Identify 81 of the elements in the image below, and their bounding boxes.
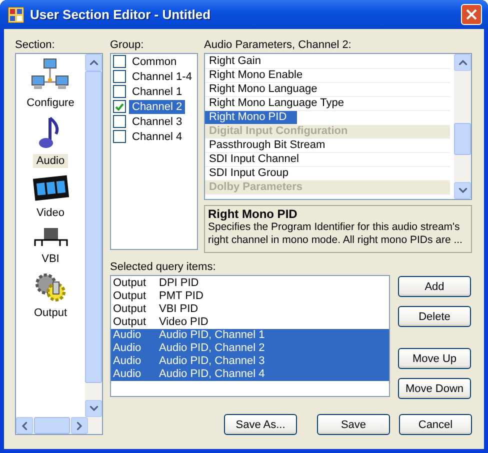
parameter-category: Digital Input Configuration [205, 125, 450, 139]
section-item[interactable]: VBI [34, 226, 68, 266]
group-item[interactable]: Channel 1-4 [129, 70, 195, 84]
type-cell-text: Audio [113, 342, 142, 355]
scroll-thumb[interactable] [34, 417, 70, 434]
vertical-scrollbar[interactable] [454, 54, 471, 199]
close-icon [466, 9, 477, 20]
action-button[interactable]: Add [398, 276, 471, 297]
scroll-thumb[interactable] [454, 123, 471, 155]
scroll-button[interactable] [454, 54, 471, 71]
horizontal-scrollbar[interactable] [16, 417, 102, 434]
name-cell-text: Audio PID, Channel 3 [159, 355, 266, 368]
scroll-button[interactable] [71, 417, 88, 434]
gears-icon [34, 272, 68, 302]
type-cell-text: Output [113, 316, 148, 329]
dialog-button[interactable]: Save [317, 414, 390, 435]
section-label: Section: [15, 38, 56, 52]
checkbox[interactable] [113, 100, 126, 113]
query-row[interactable]: Output DPI PID [111, 277, 389, 290]
scroll-button[interactable] [454, 182, 471, 199]
type-cell-text: Audio [113, 355, 142, 368]
scroll-button[interactable] [16, 417, 33, 434]
query-row[interactable]: Audio Audio PID, Channel 3 [111, 355, 389, 368]
dialog-button[interactable]: Cancel [399, 414, 472, 435]
parameter-item[interactable]: Right Mono Language Type [205, 97, 450, 111]
parameter-item[interactable]: Right Mono PID [205, 111, 297, 125]
name-cell-text: Video PID [159, 316, 210, 329]
section-item[interactable]: Configure [24, 58, 78, 110]
parameter-item[interactable]: Passthrough Bit Stream [205, 139, 450, 153]
parameter-item[interactable]: SDI Input Channel [205, 153, 450, 167]
film-strip-icon [32, 174, 68, 202]
query-row[interactable]: Output PMT PID [111, 290, 389, 303]
group-item[interactable]: Channel 1 [129, 84, 186, 98]
type-cell-text: Audio [113, 368, 142, 381]
group-item[interactable]: Channel 4 [129, 130, 186, 144]
dialog-button[interactable]: Save As... [224, 414, 297, 435]
type-cell-text: Output [113, 290, 148, 303]
section-item[interactable]: Output [30, 272, 70, 320]
name-cell-text: Audio PID, Channel 1 [159, 329, 266, 342]
checkbox[interactable] [113, 55, 126, 68]
group-item[interactable]: Channel 3 [129, 114, 186, 128]
action-button[interactable]: Delete [398, 306, 471, 327]
query-row[interactable]: Output Video PID [111, 316, 389, 329]
query-row[interactable]: Output VBI PID [111, 303, 389, 316]
name-cell-text: PMT PID [159, 290, 204, 303]
action-button[interactable]: Move Down [398, 378, 471, 399]
parameter-item[interactable]: Right Mono Enable [205, 69, 450, 83]
parameter-item[interactable]: SDI Input Group [205, 167, 450, 181]
close-button[interactable] [461, 4, 482, 25]
query-label: Selected query items: [110, 260, 217, 274]
name-cell-text: Audio PID, Channel 4 [159, 368, 266, 381]
app-icon [8, 6, 24, 22]
checkbox[interactable] [113, 115, 126, 128]
group-label: Group: [110, 38, 145, 52]
parameter-item[interactable]: Right Mono Language [205, 83, 450, 97]
section-item[interactable]: Audio [33, 116, 68, 168]
scroll-button[interactable] [85, 400, 102, 417]
parameter-category: Dolby Parameters [205, 181, 450, 195]
query-row[interactable]: Audio Audio PID, Channel 4 [111, 368, 389, 381]
parameter-item[interactable]: Right Gain [205, 55, 450, 69]
type-cell-text: Audio [113, 329, 142, 342]
type-cell-text: Output [113, 277, 148, 290]
parameters-label: Audio Parameters, Channel 2: [204, 38, 352, 52]
query-row[interactable]: Audio Audio PID, Channel 1 [111, 329, 389, 342]
type-cell-text: Output [113, 303, 148, 316]
network-icon [30, 58, 70, 92]
name-cell-text: VBI PID [159, 303, 200, 316]
checkbox[interactable] [113, 70, 126, 83]
window-title: User Section Editor - Untitled [30, 7, 212, 22]
section-item[interactable]: Video [32, 174, 68, 220]
name-cell-text: Audio PID, Channel 2 [159, 342, 266, 355]
name-cell-text: DPI PID [159, 277, 200, 290]
description-text: Specifies the Program Identifier for this audio stream's right channel in mono mode. All right mono PIDs are ... [208, 221, 464, 247]
group-item[interactable]: Common [129, 54, 180, 68]
action-button[interactable]: Move Up [398, 348, 471, 369]
checkbox[interactable] [113, 85, 126, 98]
scroll-button[interactable] [85, 54, 102, 71]
description-title: Right Mono PID [208, 208, 298, 221]
query-row[interactable]: Audio Audio PID, Channel 2 [111, 342, 389, 355]
group-item[interactable]: Channel 2 [129, 100, 186, 114]
checkbox[interactable] [113, 130, 126, 143]
